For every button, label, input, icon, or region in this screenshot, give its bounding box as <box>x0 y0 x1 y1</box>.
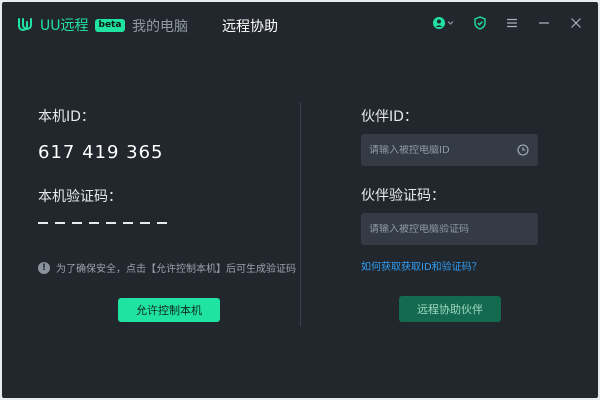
code-dash <box>157 222 167 224</box>
local-id-label: 本机ID： <box>38 109 95 125</box>
partner-code-input[interactable] <box>361 223 538 235</box>
window-controls <box>432 15 584 31</box>
remote-assist-button[interactable]: 远程协助伙伴 <box>399 296 501 322</box>
panel-divider <box>300 102 301 326</box>
local-code-placeholder <box>38 222 167 224</box>
menu-icon <box>507 18 517 28</box>
app-window: UU远程 beta 我的电脑 远程协助 本机ID： 617 419 365 本机… <box>2 2 598 398</box>
local-panel: 本机ID： 617 419 365 本机验证码： ! 为了确保安全，点击【允许控… <box>2 46 300 398</box>
beta-badge: beta <box>94 18 126 32</box>
app-name: UU远程 <box>40 18 89 34</box>
menu-button[interactable] <box>504 15 520 31</box>
main-tabs: 我的电脑 远程协助 <box>132 16 278 36</box>
tab-my-computer[interactable]: 我的电脑 <box>132 16 188 36</box>
code-dash <box>72 222 82 224</box>
clock-icon <box>517 144 529 156</box>
app-logo: UU远程 beta <box>16 15 126 35</box>
allow-control-button[interactable]: 允许控制本机 <box>118 298 220 322</box>
partner-code-field-wrapper <box>361 213 538 245</box>
title-bar: UU远程 beta 我的电脑 远程协助 <box>2 2 598 46</box>
code-dash <box>106 222 116 224</box>
partner-id-label: 伙伴ID： <box>361 109 418 125</box>
code-dash <box>89 222 99 224</box>
partner-panel: 伙伴ID： 伙伴验证码： 如何获取获取ID和验证码？ 远程协助伙伴 <box>302 46 598 398</box>
history-button[interactable] <box>517 143 529 157</box>
exclamation-icon: ! <box>38 261 50 274</box>
code-dash <box>123 222 133 224</box>
user-avatar-icon <box>433 17 454 29</box>
security-notice: ! 为了确保安全，点击【允许控制本机】后可生成验证码 <box>38 260 296 275</box>
uu-logo-icon <box>16 16 34 34</box>
close-icon <box>571 18 581 28</box>
minimize-icon <box>539 22 549 24</box>
local-code-label: 本机验证码： <box>38 189 122 205</box>
partner-id-field-wrapper <box>361 134 538 166</box>
user-menu-button[interactable] <box>432 15 456 31</box>
help-link[interactable]: 如何获取获取ID和验证码？ <box>361 258 482 273</box>
minimize-button[interactable] <box>536 15 552 31</box>
code-dash <box>38 222 48 224</box>
partner-id-input[interactable] <box>361 144 517 156</box>
code-dash <box>140 222 150 224</box>
security-button[interactable] <box>472 15 488 31</box>
tab-remote-assist[interactable]: 远程协助 <box>222 16 278 36</box>
partner-code-label: 伙伴验证码： <box>361 188 445 204</box>
close-button[interactable] <box>568 15 584 31</box>
shield-icon <box>474 16 486 30</box>
local-id-value: 617 419 365 <box>38 142 164 163</box>
code-dash <box>55 222 65 224</box>
security-notice-text: 为了确保安全，点击【允许控制本机】后可生成验证码 <box>56 264 296 275</box>
